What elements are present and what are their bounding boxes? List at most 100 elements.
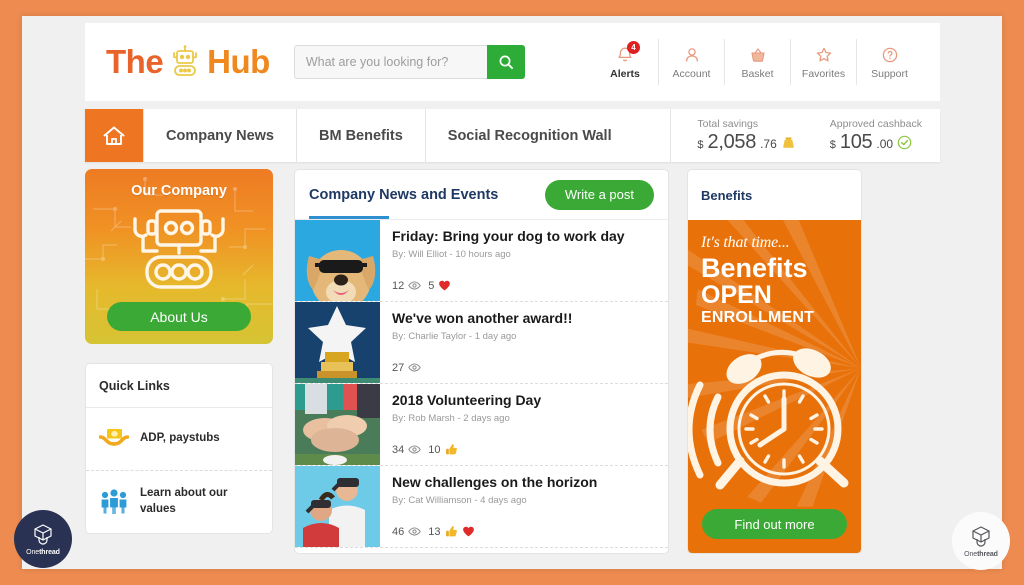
header-nav-label: Support [871, 67, 908, 80]
left-column: Our Company About Us Quick Links ADP, pa… [85, 169, 273, 554]
header-nav-alerts[interactable]: 4 Alerts [592, 39, 658, 85]
news-body: New challenges on the horizon By: Cat Wi… [380, 466, 668, 547]
header-nav-label: Account [672, 67, 711, 80]
search-input[interactable] [293, 45, 487, 79]
reaction-group: 10 [428, 443, 457, 456]
header-nav-label: Alerts [610, 67, 640, 80]
eye-icon [408, 363, 422, 372]
site-logo[interactable]: The Hub [106, 43, 270, 81]
robot-icon [173, 45, 198, 76]
benefits-line-4: ENROLLMENT [701, 308, 815, 326]
search-button[interactable] [486, 45, 525, 79]
header-nav-support[interactable]: Support [856, 39, 922, 85]
header-icon-nav: 4 Alerts Account Basket Favorites Suppor… [592, 39, 922, 85]
eye-icon [408, 445, 422, 454]
total-savings-value: $2,058.76 [697, 131, 795, 154]
news-list-item[interactable]: 2018 Volunteering Day By: Rob Marsh - 2 … [295, 384, 668, 466]
quick-links-card: Quick Links ADP, paystubs Learn about ou… [85, 363, 273, 534]
onethread-logo-icon [34, 524, 52, 545]
person-icon [685, 47, 698, 62]
home-icon [103, 126, 125, 145]
basket-icon [750, 47, 765, 62]
benefits-line-2: Benefits [701, 253, 808, 283]
benefits-line-3: OPEN [701, 281, 772, 310]
news-feed-list[interactable]: Friday: Bring your dog to work day By: W… [295, 219, 668, 553]
header-nav-label: Basket [741, 67, 774, 80]
dog-with-sunglasses-photo [295, 220, 380, 301]
quick-link-adp-paystubs[interactable]: ADP, paystubs [86, 408, 272, 471]
header-nav-label: Favorites [801, 67, 846, 80]
quick-link-learn-about-our-values[interactable]: Learn about our values [86, 471, 272, 533]
company-news-header: Company News and Events Write a post [295, 170, 668, 219]
news-stats: 34 10 [392, 443, 656, 456]
benefits-card: Benefits It's that time... Benefits OPEN… [687, 169, 862, 554]
nav-tab-social-recognition-wall[interactable]: Social Recognition Wall [424, 109, 634, 162]
main-navbar: Company News BM Benefits Social Recognit… [85, 109, 940, 162]
amount-integer: 105 [839, 130, 873, 153]
nav-home-button[interactable] [85, 109, 143, 162]
question-icon [882, 47, 897, 62]
about-us-button[interactable]: About Us [107, 302, 251, 331]
heart-icon [439, 280, 451, 291]
approved-cashback-value: $105.00 [830, 131, 922, 154]
check-circle-icon [897, 135, 912, 149]
eye-icon [408, 281, 422, 290]
news-headline: New challenges on the horizon [392, 474, 598, 490]
find-out-more-button[interactable]: Find out more [702, 509, 847, 539]
benefits-banner[interactable]: It's that time... Benefits OPEN ENROLLME… [688, 220, 861, 553]
header-nav-account[interactable]: Account [658, 39, 724, 85]
news-meta: By: Cat Williamson - 4 days ago [392, 494, 527, 506]
benefits-line-1: It's that time... [701, 234, 790, 251]
main-content: Our Company About Us Quick Links ADP, pa… [85, 169, 940, 554]
view-count-group: 34 [392, 443, 422, 456]
header-nav-favorites[interactable]: Favorites [790, 39, 856, 85]
onethread-watermark-left: Onethread [14, 510, 72, 568]
total-savings-label: Total savings [697, 117, 759, 130]
onethread-logo-icon [972, 526, 990, 547]
robot-circuit-illustration [133, 209, 225, 289]
navbar-stats: Total savings $2,058.76 Approved cashbac… [670, 109, 940, 162]
news-headline: Friday: Bring your dog to work day [392, 228, 625, 244]
nav-tab-company-news[interactable]: Company News [143, 109, 296, 162]
view-count-group: 12 [392, 279, 422, 292]
thumbs-up-icon [445, 444, 457, 455]
benefits-title: Benefits [701, 187, 753, 203]
news-headline: We've won another award!! [392, 310, 573, 326]
approved-cashback-label: Approved cashback [829, 117, 922, 130]
news-list-item[interactable]: Friday: Bring your dog to work day By: W… [295, 220, 668, 302]
money-bag-icon [782, 136, 794, 148]
view-count: 27 [392, 361, 405, 374]
news-list-item[interactable]: New challenges on the horizon By: Cat Wi… [295, 466, 668, 548]
news-body: 2018 Volunteering Day By: Rob Marsh - 2 … [380, 384, 668, 465]
currency-symbol: $ [697, 138, 704, 151]
view-count: 34 [392, 443, 405, 456]
our-company-card[interactable]: Our Company About Us [85, 169, 273, 344]
news-headline: 2018 Volunteering Day [392, 392, 542, 408]
app-header: The Hub What are you looking for? 4 Aler… [85, 23, 940, 101]
active-tab-underline [309, 216, 389, 219]
reaction-count: 10 [428, 443, 441, 456]
search-bar [293, 45, 525, 79]
news-list-item[interactable]: We've won another award!! By: Charlie Ta… [295, 302, 668, 384]
news-body: Friday: Bring your dog to work day By: W… [380, 220, 668, 301]
view-count: 12 [392, 279, 405, 292]
quick-links-title: Quick Links [86, 364, 272, 408]
write-a-post-button[interactable]: Write a post [544, 179, 654, 210]
approved-cashback-block: Approved cashback $105.00 [830, 118, 922, 154]
view-count: 46 [392, 525, 405, 538]
watermark-text: Onethread [26, 549, 60, 556]
header-nav-basket[interactable]: Basket [724, 39, 790, 85]
news-thumbnail [295, 384, 380, 465]
amount-integer: 2,058 [707, 130, 757, 153]
bell-icon-wrap: 4 [615, 40, 640, 65]
person-icon-wrap [682, 45, 702, 65]
alerts-badge: 4 [627, 40, 640, 54]
logo-text-hub: Hub [207, 43, 270, 80]
nav-tab-bm-benefits[interactable]: BM Benefits [295, 109, 425, 162]
company-news-card: Company News and Events Write a post Fri… [294, 169, 669, 554]
news-stats: 46 13 [392, 525, 656, 538]
eye-icon [408, 527, 422, 536]
our-company-title: Our Company [131, 183, 227, 199]
star-icon [816, 47, 831, 61]
star-trophy-photo [295, 302, 380, 383]
